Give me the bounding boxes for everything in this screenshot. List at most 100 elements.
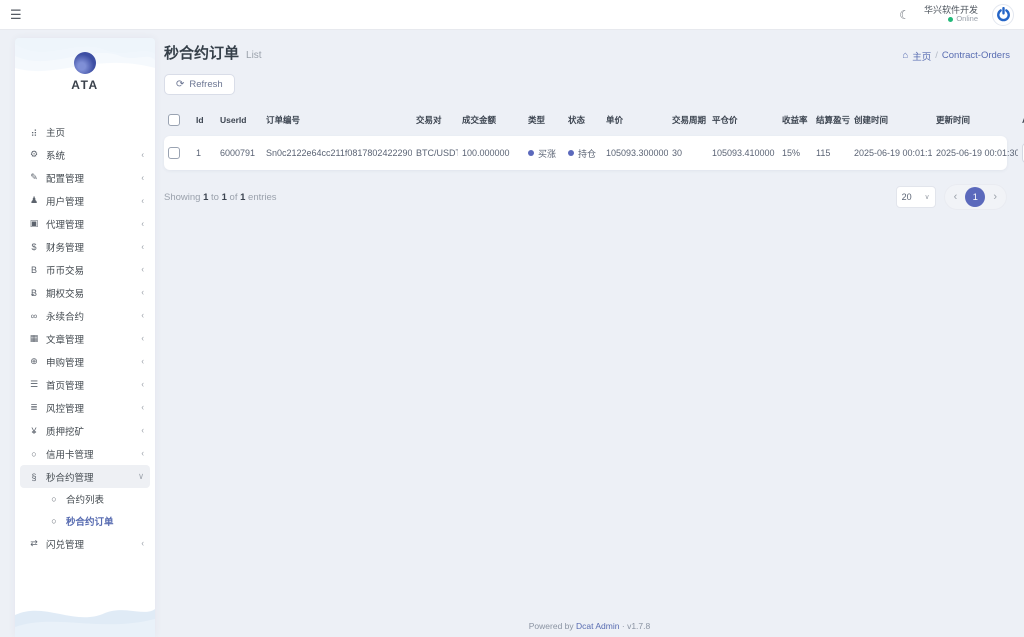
column-header-id: Id [192, 115, 216, 125]
sidebar-logo-area: ATA [15, 38, 155, 114]
chevron-left-icon: ‹ [141, 334, 144, 344]
cell-yield: 15% [778, 148, 812, 158]
column-header-type: 类型 [524, 114, 564, 126]
user-avatar[interactable] [992, 4, 1014, 26]
cell-created-at: 2025-06-19 00:01:15 [850, 148, 932, 158]
breadcrumb-home-link[interactable]: 主页 [912, 49, 931, 63]
sidebar-item-risk[interactable]: ≣风控管理‹ [20, 396, 150, 419]
status-dot [528, 150, 534, 156]
select-all-checkbox[interactable] [168, 114, 180, 126]
row-checkbox[interactable] [168, 147, 180, 159]
table-body: 16000791Sn0c2122e64cc211f08178024222903f… [164, 136, 1007, 170]
column-header-action: Action [1018, 115, 1024, 125]
dark-mode-icon[interactable]: ☾ [899, 8, 910, 22]
sidebar-item-label: 财务管理 [46, 240, 141, 254]
breadcrumb-separator: / [935, 50, 938, 61]
sidebar-item-label: 闪兑管理 [46, 537, 141, 551]
sidebar-item-users[interactable]: ♟用户管理‹ [20, 189, 150, 212]
sidebar-item-label: 秒合约订单 [66, 514, 144, 528]
sidebar-item-agents[interactable]: ▣代理管理‹ [20, 212, 150, 235]
chevron-down-icon: ∨ [925, 193, 930, 201]
column-header-yield: 收益率 [778, 114, 812, 126]
page-footer: Powered by Dcat Admin · v1.7.8 [155, 621, 1024, 631]
chevron-left-icon: ‹ [141, 219, 144, 229]
per-page-select[interactable]: 20 ∨ [896, 186, 936, 208]
dcat-admin-link[interactable]: Dcat Admin [576, 621, 619, 631]
sidebar-item-spot-trade[interactable]: B币币交易‹ [20, 258, 150, 281]
cell-id: 1 [192, 148, 216, 158]
sidebar-item-label: 主页 [46, 125, 144, 139]
sidebar-item-contract-list[interactable]: ○合约列表 [20, 488, 150, 510]
breadcrumb-home-icon[interactable]: ⌂ [902, 50, 908, 61]
hamburger-menu-icon[interactable]: ☰ [10, 8, 22, 21]
sidebar-item-label: 文章管理 [46, 332, 141, 346]
sidebar-item-staking[interactable]: ¥质押挖矿‹ [20, 419, 150, 442]
chevron-left-icon: ‹ [141, 403, 144, 413]
table-row: 16000791Sn0c2122e64cc211f08178024222903f… [164, 136, 1007, 170]
page-subtitle: List [246, 50, 262, 61]
cell-price: 105093.300000 [602, 148, 668, 158]
sidebar-item-label: 信用卡管理 [46, 447, 141, 461]
column-header-select [164, 114, 192, 126]
sidebar-item-articles[interactable]: ▦ 文章管理‹ [20, 327, 150, 350]
chevron-left-icon: ‹ [141, 311, 144, 321]
cell-status: 持仓 [564, 147, 602, 160]
wrench-icon: ✎ [26, 172, 42, 183]
cell-updated-at: 2025-06-19 00:01:30 [932, 148, 1018, 158]
sidebar-bottom-wave [15, 597, 155, 637]
sidebar-item-second-contract[interactable]: §秒合约管理∨ [20, 465, 150, 488]
circle-icon: ○ [46, 516, 62, 526]
current-page-button[interactable]: 1 [965, 187, 985, 207]
chevron-left-icon: ‹ [141, 265, 144, 275]
chevron-left-icon: ‹ [141, 449, 144, 459]
sidebar-item-finance[interactable]: $财务管理‹ [20, 235, 150, 258]
breadcrumb: ⌂ 主页 / Contract-Orders [902, 49, 1010, 63]
refresh-button[interactable]: ⟳ Refresh [164, 74, 235, 95]
prev-page-button[interactable]: ‹ [950, 191, 962, 203]
column-header-price: 单价 [602, 114, 668, 126]
sidebar-item-label: 质押挖矿 [46, 424, 141, 438]
next-page-button[interactable]: › [989, 191, 1001, 203]
chevron-down-icon: ∨ [138, 472, 144, 482]
sidebar-item-label: 配置管理 [46, 171, 141, 185]
sidebar-item-homepage[interactable]: ☰首页管理‹ [20, 373, 150, 396]
online-status-dot [948, 17, 953, 22]
sidebar-item-label: 首页管理 [46, 378, 141, 392]
user-icon: ♟ [26, 195, 42, 206]
contract-icon: § [26, 472, 42, 482]
sidebar-item-home[interactable]: ⣴ 主页 [20, 120, 150, 143]
sidebar-item-config[interactable]: ✎配置管理‹ [20, 166, 150, 189]
sidebar-item-options-trade[interactable]: Ƀ 期权交易‹ [20, 281, 150, 304]
sidebar-item-contract-orders[interactable]: ○ 秒合约订单 [20, 510, 150, 532]
cell-pair: BTC/USDT [412, 148, 458, 158]
page-title: 秒合约订单 [164, 42, 239, 63]
sidebar-item-flash-exchange[interactable]: ⇄闪兑管理‹ [20, 532, 150, 555]
yen-icon: ¥ [26, 426, 42, 436]
column-header-created-at: 创建时间 [850, 114, 932, 126]
cell-pnl: 115 [812, 148, 850, 158]
cell-type: 买涨 [524, 147, 564, 160]
sidebar-item-perpetual[interactable]: ∞永续合约‹ [20, 304, 150, 327]
cell-close-price: 105093.410000 [708, 148, 778, 158]
breadcrumb-current: Contract-Orders [942, 50, 1010, 61]
footer-separator: · [622, 621, 625, 631]
sidebar-item-system[interactable]: ⚙系统‹ [20, 143, 150, 166]
bitcoin-icon: Ƀ [26, 288, 42, 298]
sidebar-item-credit-card[interactable]: ○信用卡管理‹ [20, 442, 150, 465]
sidebar-item-label: 期权交易 [46, 286, 141, 300]
exchange-icon: ⇄ [26, 538, 42, 549]
chevron-left-icon: ‹ [141, 357, 144, 367]
sidebar-item-label: 用户管理 [46, 194, 141, 208]
top-navbar: ☰ ☾ 华兴软件开发 Online [0, 0, 1024, 30]
column-header-pnl: 结算盈亏 [812, 114, 850, 126]
sidebar-item-subscription[interactable]: ⊕申购管理‹ [20, 350, 150, 373]
list-icon: ☰ [26, 379, 42, 390]
user-menu[interactable]: 华兴软件开发 Online [924, 5, 978, 24]
article-icon: ▦ [26, 333, 42, 344]
status-label: 买涨 [538, 147, 556, 160]
status-dot [568, 150, 574, 156]
table-header-row: IdUserId订单编号交易对成交金额类型状态单价交易周期平仓价收益率结算盈亏创… [164, 107, 1007, 133]
column-header-userid: UserId [216, 115, 262, 125]
bar-chart-icon: ⣴ [26, 126, 42, 137]
chevron-left-icon: ‹ [141, 288, 144, 298]
